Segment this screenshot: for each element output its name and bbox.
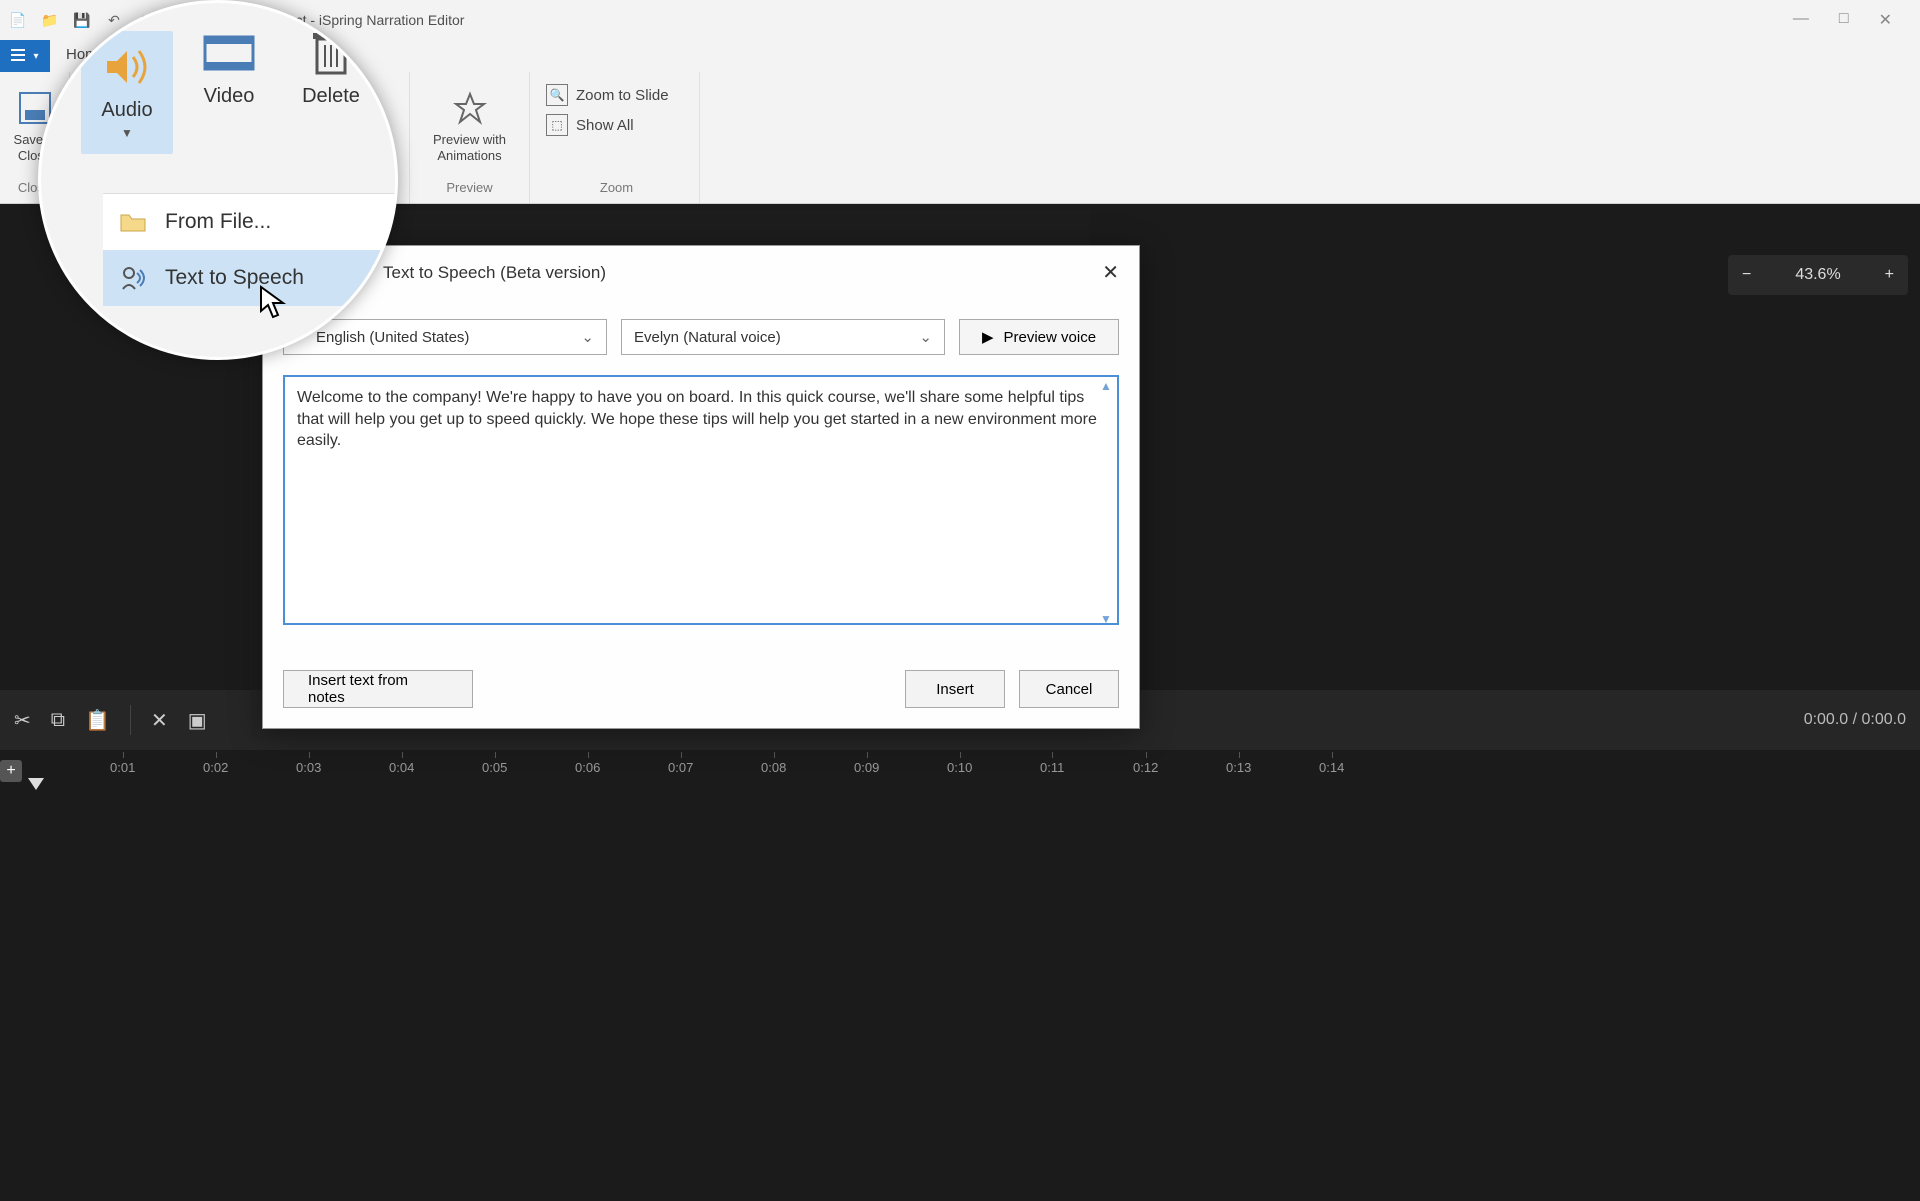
menu-tts-label: Text to Speech	[165, 266, 304, 290]
dropdown-arrow-icon: ▼	[121, 126, 133, 140]
timeline-tick: 0:04	[389, 760, 414, 775]
timeline-tick: 0:02	[203, 760, 228, 775]
timeline-tick: 0:14	[1319, 760, 1344, 775]
zoom-out-button[interactable]: −	[1742, 266, 1751, 284]
filmstrip-icon	[199, 31, 259, 75]
timeline-tick: 0:12	[1133, 760, 1158, 775]
timeline-tick: 0:13	[1226, 760, 1251, 775]
audio-dropdown-menu: From File... Text to Speech	[103, 193, 395, 306]
cancel-button[interactable]: Cancel	[1019, 670, 1119, 708]
menu-text-to-speech[interactable]: Text to Speech	[103, 250, 395, 306]
timeline-tick: 0:08	[761, 760, 786, 775]
mag-audio-button[interactable]: Audio ▼	[81, 31, 173, 154]
textarea-scrollbar[interactable]: ▲ ▼	[1097, 379, 1115, 626]
show-all-icon: ⬚	[546, 114, 568, 136]
timeline-tick: 0:06	[575, 760, 600, 775]
dialog-title: Text to Speech (Beta version)	[383, 263, 606, 283]
tts-text-input[interactable]	[283, 375, 1119, 625]
voice-value: Evelyn (Natural voice)	[634, 329, 781, 346]
group-label-preview: Preview	[446, 176, 492, 199]
insert-label: Insert	[936, 681, 974, 698]
toolbar-sep	[130, 705, 131, 735]
voice-dropdown[interactable]: Evelyn (Natural voice) ⌄	[621, 319, 945, 355]
dialog-close-button[interactable]: ✕	[1102, 260, 1119, 285]
insert-from-notes-label: Insert text from notes	[308, 672, 448, 706]
folder-icon	[119, 208, 147, 236]
preview-voice-label: Preview voice	[1004, 329, 1097, 346]
mag-delete-label: Delete	[302, 85, 360, 108]
paste-icon[interactable]: 📋	[85, 708, 110, 733]
cut-icon[interactable]: ✂	[14, 708, 31, 733]
chevron-down-icon: ⌄	[919, 328, 932, 346]
trash-icon	[301, 31, 361, 75]
app-icon: 📄	[8, 10, 28, 30]
timeline-tick: 0:05	[482, 760, 507, 775]
zoom-to-slide-button[interactable]: 🔍 Zoom to Slide	[546, 84, 669, 106]
zoom-control[interactable]: − 43.6% +	[1728, 255, 1908, 295]
menu-from-file-label: From File...	[165, 210, 271, 234]
copy-icon[interactable]: ⧉	[51, 709, 65, 732]
menu-from-file[interactable]: From File...	[103, 194, 395, 250]
zoom-in-button[interactable]: +	[1885, 266, 1894, 284]
scroll-down-icon[interactable]: ▼	[1100, 612, 1112, 626]
zoom-percent: 43.6%	[1795, 266, 1840, 284]
time-display: 0:00.0 / 0:00.0	[1804, 711, 1906, 729]
group-label-zoom: Zoom	[600, 176, 633, 199]
minimize-button[interactable]: —	[1793, 10, 1809, 30]
zoom-to-slide-label: Zoom to Slide	[576, 87, 669, 104]
timeline-ruler[interactable]: 0:01 0:02 0:03 0:04 0:05 0:06 0:07 0:08 0:09 0:10…	[30, 750, 1900, 810]
timeline-tick: 0:09	[854, 760, 879, 775]
timeline[interactable]: + 0:010:020:030:040:050:060:070:080:090:…	[0, 750, 1920, 810]
tts-icon	[119, 264, 147, 292]
preview-animations-button[interactable]: Preview withAnimations	[425, 81, 514, 171]
timeline-tick: 0:07	[668, 760, 693, 775]
preview-animations-label: Preview withAnimations	[433, 132, 506, 163]
play-icon: ▶	[982, 328, 994, 346]
mag-video-label: Video	[204, 85, 255, 108]
insert-from-notes-button[interactable]: Insert text from notes	[283, 670, 473, 708]
close-window-button[interactable]: ✕	[1879, 10, 1892, 30]
chevron-down-icon: ⌄	[581, 328, 594, 346]
mag-audio-label: Audio	[101, 99, 152, 122]
zoom-to-slide-icon: 🔍	[546, 84, 568, 106]
mag-video-button[interactable]: Video	[183, 31, 275, 154]
preview-voice-button[interactable]: ▶ Preview voice	[959, 319, 1119, 355]
insert-button[interactable]: Insert	[905, 670, 1005, 708]
timeline-tick: 0:10	[947, 760, 972, 775]
speaker-icon	[97, 45, 157, 89]
mag-delete-button[interactable]: Delete	[285, 31, 377, 154]
timeline-tick: 0:01	[110, 760, 135, 775]
add-track-button[interactable]: +	[0, 760, 22, 782]
delete-clip-icon[interactable]: ✕	[151, 708, 168, 733]
timeline-tick: 0:11	[1040, 760, 1064, 775]
magnified-view: Audio ▼ Video Delete From Fil	[38, 0, 398, 360]
cancel-label: Cancel	[1046, 681, 1093, 698]
show-all-label: Show All	[576, 117, 634, 134]
scroll-up-icon[interactable]: ▲	[1100, 379, 1112, 393]
timeline-tick: 0:03	[296, 760, 321, 775]
trim-icon[interactable]: ▣	[188, 708, 207, 733]
maximize-button[interactable]: □	[1839, 10, 1849, 30]
show-all-button[interactable]: ⬚ Show All	[546, 114, 634, 136]
